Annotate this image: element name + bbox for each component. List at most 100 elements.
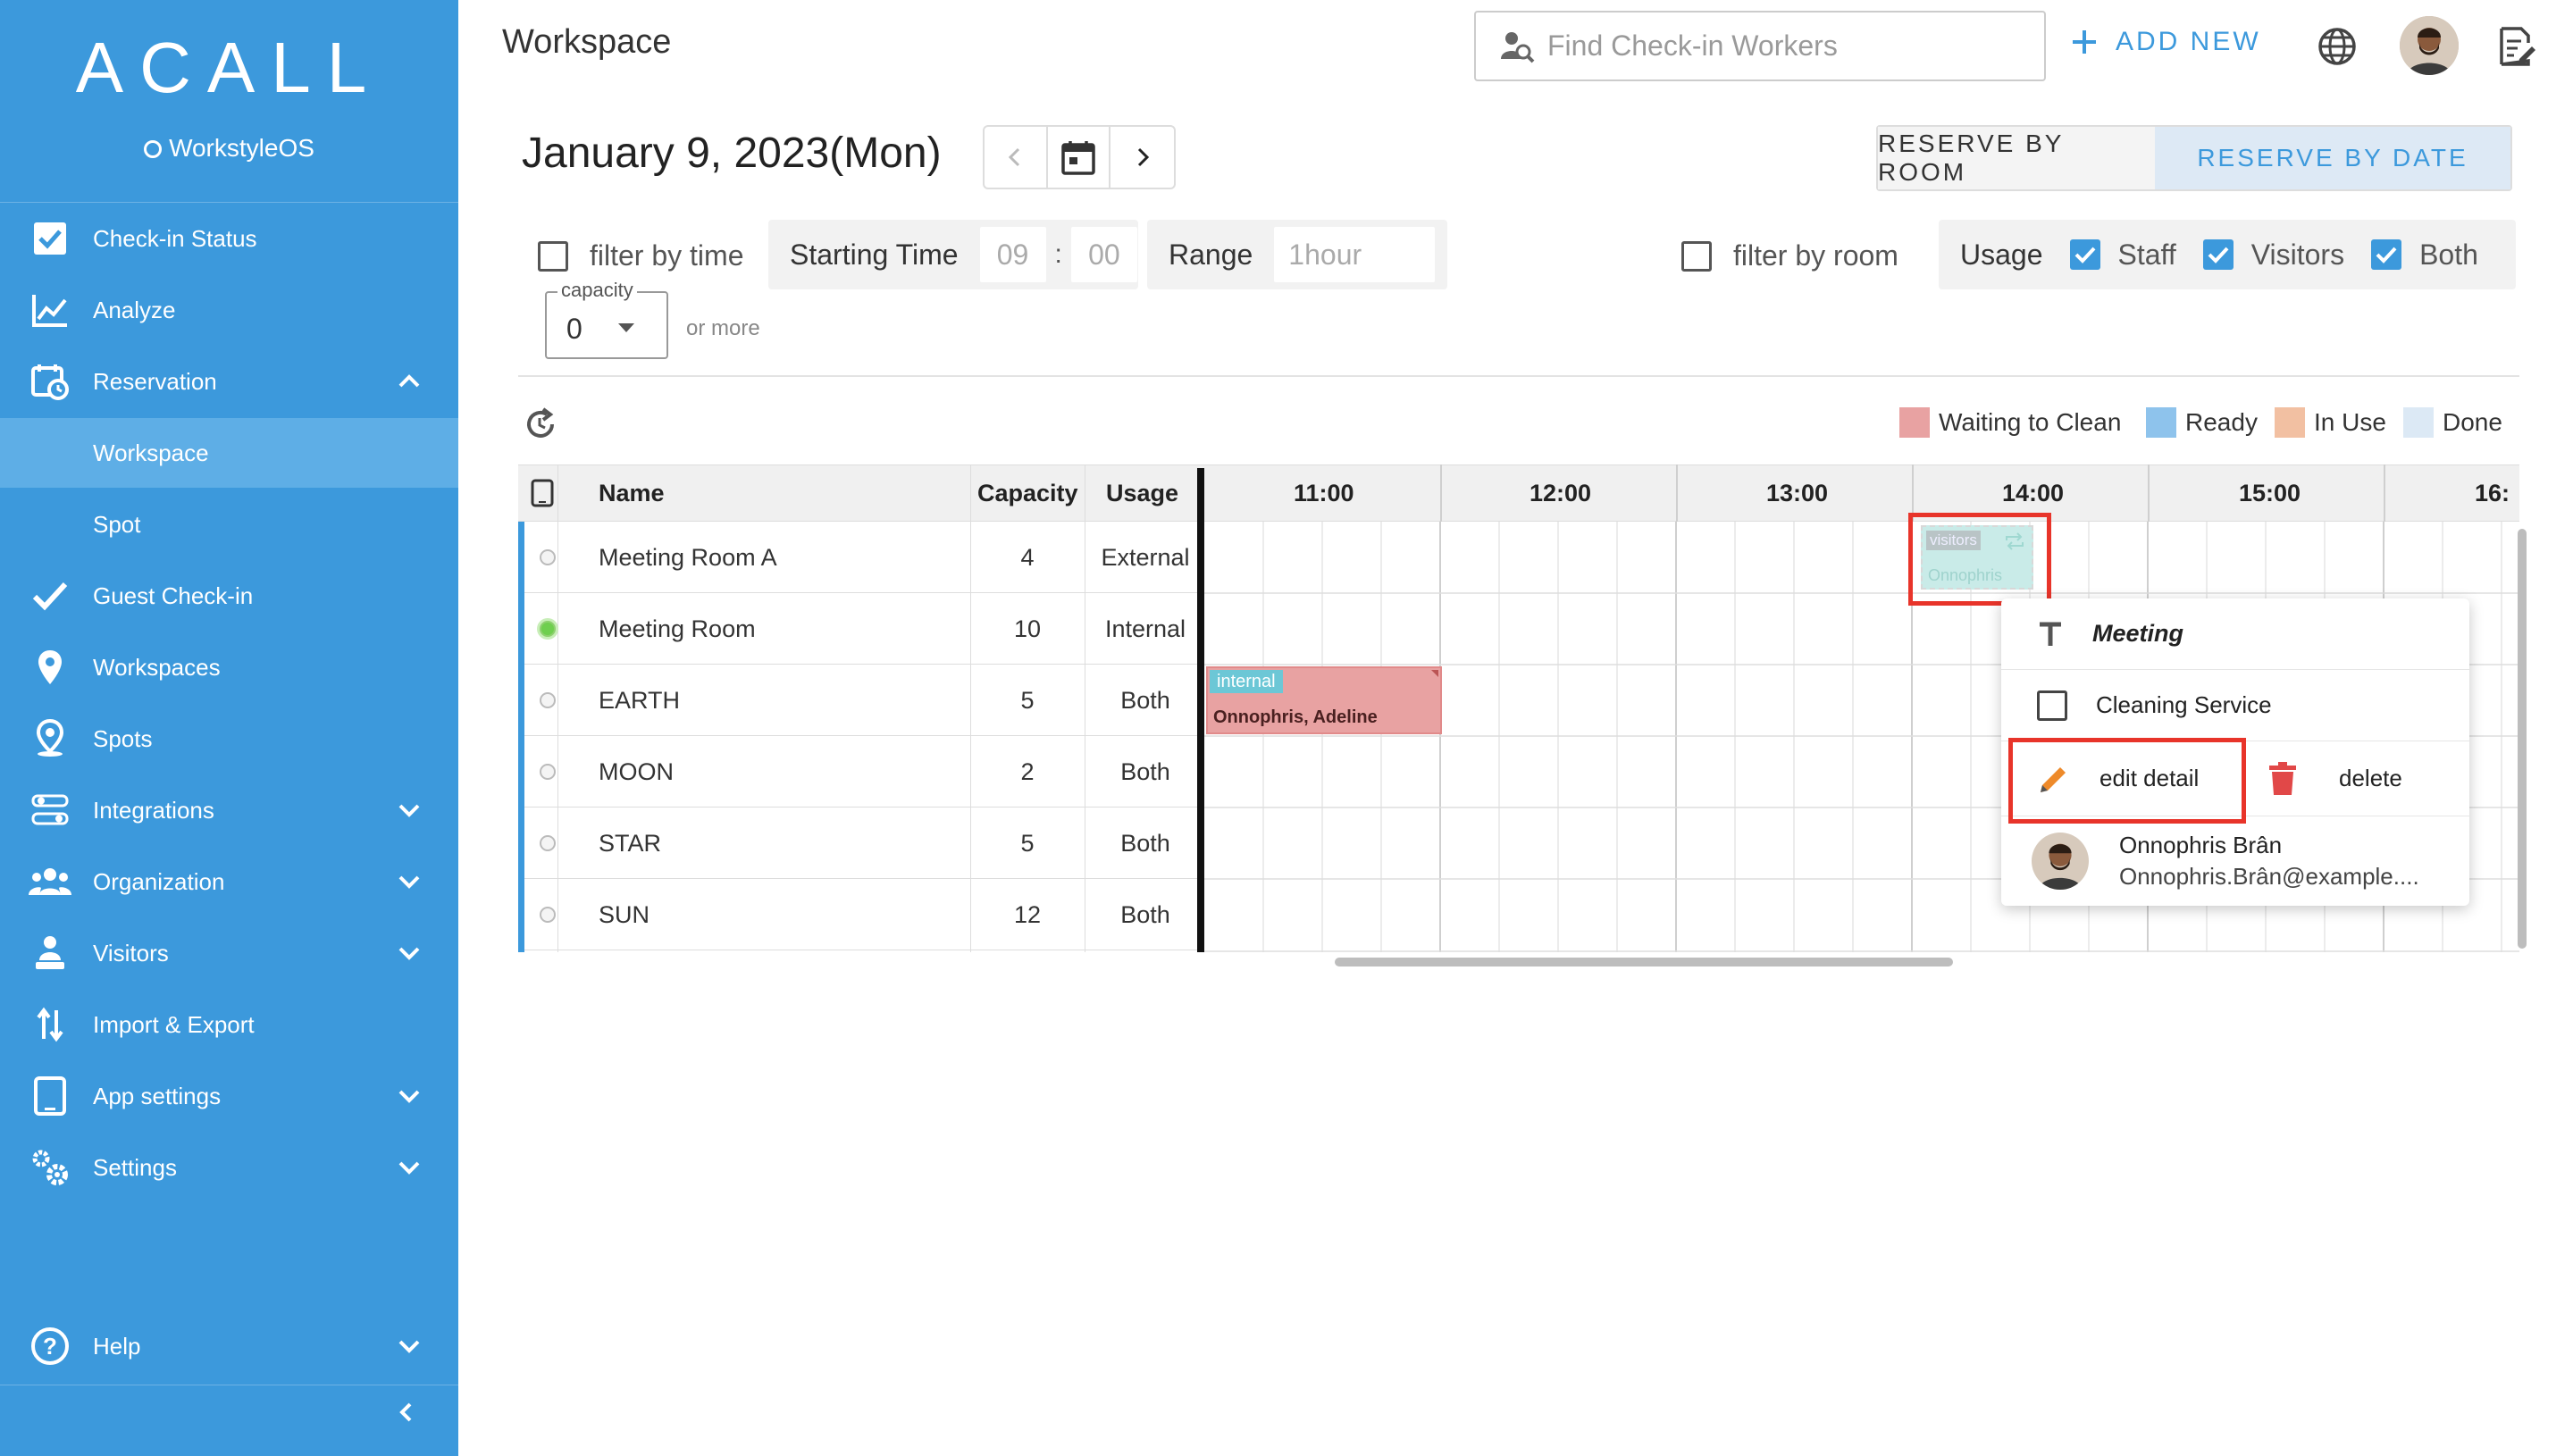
chevron-up-icon[interactable] [396,368,423,395]
checkmark-icon [2202,239,2234,270]
tablet-icon [29,1075,71,1117]
row-radio[interactable] [540,593,556,665]
reserve-mode-toggle: RESERVE BY ROOM RESERVE BY DATE [1876,125,2512,191]
checkmark-icon [2069,239,2100,270]
highlight-box-edit-detail [2008,738,2246,824]
usage-tag: internal [1210,670,1283,693]
sidebar-item-organization[interactable]: Organization [0,847,458,916]
tablet-icon [531,479,554,507]
filter-by-room-checkbox[interactable]: filter by room [1681,239,1898,272]
document-edit-icon[interactable] [2496,25,2537,68]
reserve-by-room-button[interactable]: RESERVE BY ROOM [1878,127,2155,189]
calendar-icon [1061,141,1095,175]
gears-icon [29,1146,71,1189]
row-radio[interactable] [540,522,556,593]
start-minute-input[interactable]: 00 [1070,227,1137,282]
user-email: Onnophris.Brân@example.... [2119,863,2419,890]
dropdown-arrow-icon [618,323,634,332]
table-row[interactable]: SUN 12 Both [518,879,1197,950]
chart-line-icon [29,289,71,331]
chevron-down-icon[interactable] [396,868,423,895]
reserve-by-date-button[interactable]: RESERVE BY DATE [2155,127,2510,189]
user-name: Onnophris Brân [2119,832,2283,858]
sidebar-item-analyze[interactable]: Analyze [0,275,458,345]
time-header-15: 15:00 [2239,479,2301,506]
column-header-name[interactable]: Name [599,464,665,522]
globe-icon[interactable] [2317,27,2357,66]
legend-waiting-to-clean: Waiting to Clean [1899,407,2121,438]
chevron-down-icon[interactable] [396,1083,423,1109]
sidebar-item-app-settings[interactable]: App settings [0,1061,458,1131]
sidebar-item-workspace[interactable]: Workspace [0,418,458,488]
delete-button[interactable]: delete [2269,741,2402,816]
table-row[interactable]: MOON 2 Both [518,736,1197,807]
table-row[interactable]: Meeting Room 10 Internal [518,593,1197,665]
table-row[interactable]: STAR 5 Both [518,807,1197,879]
chevron-down-icon[interactable] [396,940,423,966]
chevron-down-icon[interactable] [396,797,423,824]
chevron-down-icon[interactable] [396,1154,423,1181]
table-row[interactable]: EARTH 5 Both [518,665,1197,736]
sidebar-item-reservation[interactable]: Reservation [0,347,458,416]
range-input[interactable]: 1hour [1274,227,1436,282]
sidebar-item-spot[interactable]: Spot [0,490,458,559]
visitors-checkbox[interactable]: Visitors [2202,238,2344,272]
users-icon [29,860,71,903]
reservation-names: Onnophris, Adeline [1213,707,1378,727]
user-avatar [2032,833,2089,890]
sidebar-item-integrations[interactable]: Integrations [0,775,458,845]
row-radio[interactable] [540,807,556,879]
sidebar-item-visitors[interactable]: Visitors [0,918,458,988]
select-all-checkbox[interactable] [531,464,554,522]
time-header-13: 13:00 [1766,479,1829,506]
trash-icon [2269,761,2296,795]
help-circle-icon: ? [29,1325,71,1368]
table-row[interactable]: Meeting Room A 4 External [518,522,1197,593]
user-avatar[interactable] [2400,16,2459,75]
row-radio[interactable] [540,665,556,736]
date-navigation [983,125,1176,189]
column-header-usage[interactable]: Usage [1106,464,1178,522]
sidebar-item-import-export[interactable]: Import & Export [0,990,458,1059]
row-radio[interactable] [540,736,556,807]
start-hour-input[interactable]: 09 [979,227,1046,282]
cleaning-service-checkbox[interactable]: Cleaning Service [2001,670,2469,741]
starting-time-label: Starting Time [790,238,959,271]
next-date-button[interactable] [1110,127,1174,188]
sidebar-item-settings[interactable]: Settings [0,1133,458,1202]
both-checkbox[interactable]: Both [2371,238,2478,272]
popover-user-row: Onnophris Brân Onnophris.Brân@example...… [2001,816,2469,906]
staff-checkbox[interactable]: Staff [2069,238,2176,272]
sidebar-item-guest-check-in[interactable]: Guest Check-in [0,561,458,631]
time-header-11: 11:00 [1294,479,1354,506]
legend-in-use: In Use [2275,407,2386,438]
sidebar-item-help[interactable]: ? Help [0,1311,458,1381]
time-header-16: 16: [2475,479,2510,506]
sliders-icon [29,789,71,832]
sidebar-item-workspaces[interactable]: Workspaces [0,632,458,702]
reservation-block-earth[interactable]: internal Onnophris, Adeline [1206,666,1442,734]
refresh-icon[interactable] [522,406,559,443]
prev-date-button[interactable] [985,127,1048,188]
row-radio[interactable] [540,879,556,950]
usage-panel: Usage Staff Visitors Both [1939,220,2516,289]
checkmark-icon [2371,239,2402,270]
chevron-down-icon[interactable] [396,1333,423,1360]
plus-icon [2073,30,2096,54]
calendar-button[interactable] [1048,127,1111,188]
range-panel: Range 1hour [1147,220,1447,289]
add-new-button[interactable]: ADD NEW [2069,27,2261,57]
vertical-scrollbar[interactable] [2518,529,2527,949]
acall-logo: ACALL [75,28,383,107]
column-header-capacity[interactable]: Capacity [977,464,1078,522]
search-input[interactable]: Find Check-in Workers [1474,11,2046,81]
page-title: Workspace [502,23,672,61]
collapse-sidebar-icon[interactable] [393,1399,420,1426]
capacity-select[interactable]: capacity 0 [545,279,668,359]
sidebar-item-spots[interactable]: Spots [0,704,458,774]
filter-by-time-checkbox[interactable]: filter by time [538,239,743,272]
sidebar-item-check-in-status[interactable]: Check-in Status [0,204,458,273]
popover-title-row: Meeting [2001,598,2469,670]
horizontal-scrollbar[interactable] [1335,958,1953,966]
chevron-left-icon [1009,147,1020,167]
